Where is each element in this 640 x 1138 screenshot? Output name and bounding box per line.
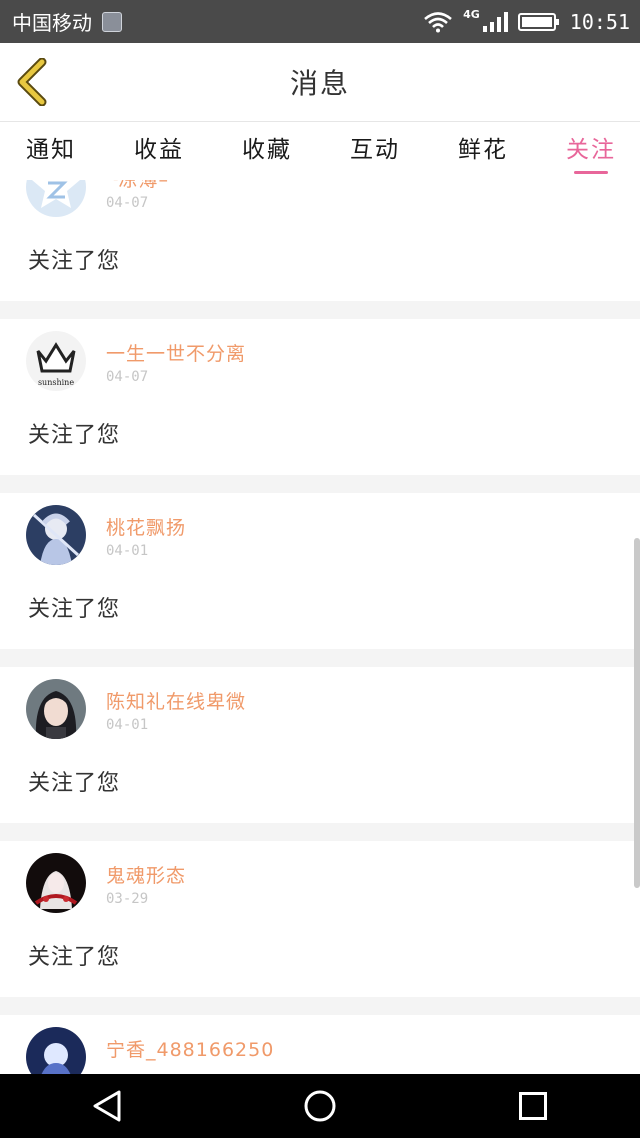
message: 关注了您 <box>28 771 121 796</box>
blue-anime-avatar-icon <box>26 1027 86 1074</box>
avatar[interactable] <box>26 853 86 913</box>
anime-avatar-icon <box>26 505 86 565</box>
date: 04-07 <box>106 195 149 211</box>
message: 关注了您 <box>28 249 121 274</box>
date: 03-29 <box>106 891 149 907</box>
dark-anime-avatar-icon <box>26 853 86 913</box>
username[interactable]: 桃花飘扬 <box>106 513 186 540</box>
network-type-label: 4G <box>463 8 480 21</box>
avatar-caption: sunshine <box>38 378 74 387</box>
username[interactable]: 宁香_488166250 <box>106 1035 274 1062</box>
back-button[interactable] <box>14 57 54 107</box>
page-title: 消息 <box>289 67 350 100</box>
message: 关注了您 <box>28 597 121 622</box>
clock-label: 10:51 <box>569 9 630 34</box>
back-arrow-icon <box>17 57 47 107</box>
date: 04-01 <box>106 543 149 559</box>
tab-earnings[interactable]: 收益 <box>134 122 184 180</box>
username[interactable]: 陈知礼在线卑微 <box>106 687 246 714</box>
scrollbar[interactable] <box>634 538 640 888</box>
qq-star-avatar-icon <box>26 180 86 217</box>
gallery-icon <box>102 11 122 32</box>
nav-back-button[interactable] <box>77 1076 137 1136</box>
circle-home-icon <box>304 1090 336 1122</box>
tab-bar: 通知 收益 收藏 互动 鲜花 关注 <box>0 121 640 180</box>
list-item[interactable]: 桃花飘扬 04-01 关注了您 <box>0 493 640 649</box>
active-tab-indicator <box>574 171 608 174</box>
notification-list[interactable]: ╰凉薄– 04-07 关注了您 sunshine 一生一世不分离 04-07 关… <box>0 180 640 1074</box>
avatar[interactable]: sunshine <box>26 331 86 391</box>
avatar[interactable] <box>26 180 86 217</box>
battery-icon <box>517 12 559 31</box>
list-item[interactable]: ╰凉薄– 04-07 关注了您 <box>0 180 640 301</box>
signal-icon <box>482 11 508 32</box>
triangle-back-icon <box>93 1090 121 1122</box>
carrier-label: 中国移动 <box>12 11 92 35</box>
crown-avatar-icon: sunshine <box>26 331 86 391</box>
tab-following[interactable]: 关注 <box>566 122 616 180</box>
tab-notifications[interactable]: 通知 <box>26 122 76 180</box>
title-bar: 消息 <box>0 43 640 121</box>
message: 关注了您 <box>28 423 121 448</box>
system-nav-bar <box>0 1074 640 1138</box>
nav-home-button[interactable] <box>290 1076 350 1136</box>
tab-favorites[interactable]: 收藏 <box>242 122 292 180</box>
list-item[interactable]: sunshine 一生一世不分离 04-07 关注了您 <box>0 319 640 475</box>
message: 关注了您 <box>28 945 121 970</box>
nav-recents-button[interactable] <box>503 1076 563 1136</box>
avatar[interactable] <box>26 505 86 565</box>
wifi-icon <box>424 11 452 32</box>
list-item[interactable]: 鬼魂形态 03-29 关注了您 <box>0 841 640 997</box>
girl-photo-avatar-icon <box>26 679 86 739</box>
avatar[interactable] <box>26 1027 86 1074</box>
tab-interactions[interactable]: 互动 <box>350 122 400 180</box>
username[interactable]: ╰凉薄– <box>106 180 169 192</box>
tab-flowers[interactable]: 鲜花 <box>458 122 508 180</box>
date: 04-01 <box>106 717 149 733</box>
square-recents-icon <box>519 1092 548 1120</box>
avatar[interactable] <box>26 679 86 739</box>
status-bar: 中国移动 4G 10:51 <box>0 0 640 43</box>
date: 04-07 <box>106 369 149 385</box>
list-item[interactable]: 陈知礼在线卑微 04-01 关注了您 <box>0 667 640 823</box>
username[interactable]: 鬼魂形态 <box>106 861 186 888</box>
username[interactable]: 一生一世不分离 <box>106 339 246 366</box>
list-item[interactable]: 宁香_488166250 <box>0 1015 640 1074</box>
